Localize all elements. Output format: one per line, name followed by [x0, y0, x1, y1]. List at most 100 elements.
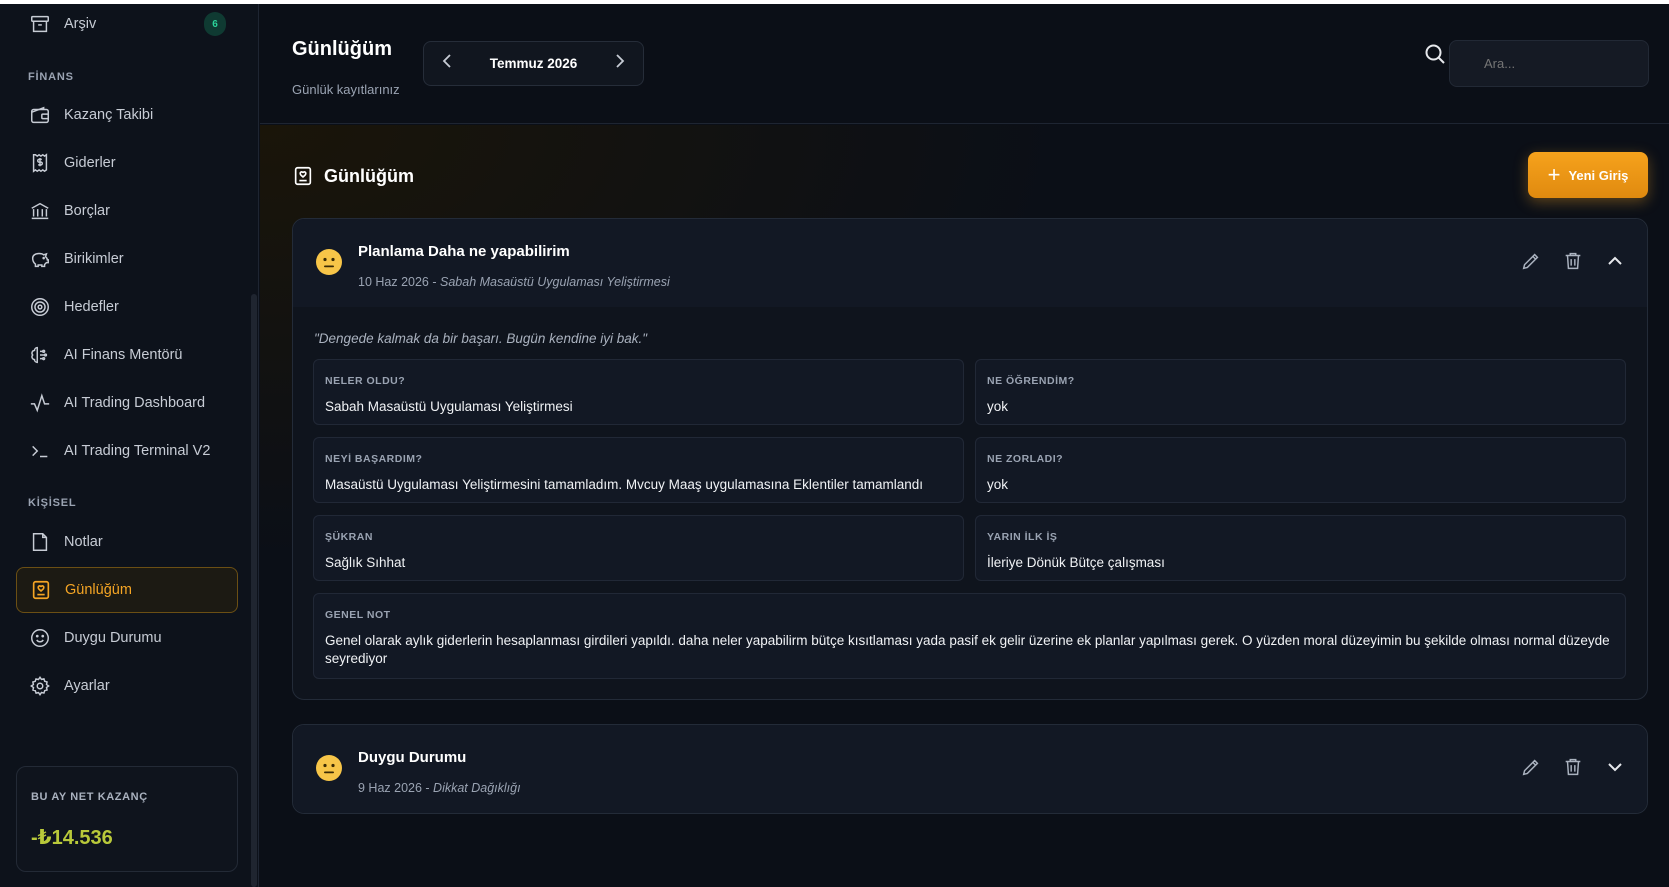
sidebar-item-kazanc-takibi[interactable]: Kazanç Takibi	[16, 92, 238, 138]
field-label: NE ÖĞRENDİM?	[987, 375, 1075, 387]
entry-header[interactable]: Duygu Durumu 9 Haz 2026 - Dikkat Dağıklı…	[293, 725, 1647, 813]
sidebar-item-label: Günlüğüm	[65, 582, 132, 598]
edit-icon[interactable]	[1519, 755, 1543, 779]
net-income-label: BU AY NET KAZANÇ	[31, 791, 148, 803]
entry-header[interactable]: Planlama Daha ne yapabilirim 10 Haz 2026…	[293, 219, 1647, 307]
field-label: NEYİ BAŞARDIM?	[325, 453, 423, 465]
field-neler-oldu: NELER OLDU? Sabah Masaüstü Uygulaması Ye…	[313, 359, 964, 425]
smile-icon	[28, 626, 52, 650]
entry-meta: 10 Haz 2026 - Sabah Masaüstü Uygulaması …	[358, 275, 670, 289]
neutral-face-icon	[315, 248, 343, 276]
current-month: Temmuz 2026	[489, 56, 578, 71]
sidebar-item-ayarlar[interactable]: Ayarlar	[16, 663, 238, 709]
search-icon	[1423, 42, 1451, 70]
bank-icon	[28, 199, 52, 223]
note-icon	[28, 530, 52, 554]
field-value: Masaüstü Uygulaması Yeliştirmesini tamam…	[325, 477, 923, 492]
field-label: YARIN İLK İŞ	[987, 531, 1058, 543]
plus-icon: +	[1547, 162, 1561, 187]
sidebar-item-label: Duygu Durumu	[64, 630, 162, 646]
entry-actions	[1519, 249, 1627, 273]
section-title-text: Günlüğüm	[324, 165, 414, 186]
new-entry-button[interactable]: + Yeni Giriş	[1528, 152, 1648, 198]
sidebar: Arşiv 6 FİNANS Kazanç Takibi Giderler Bo…	[0, 4, 259, 887]
entry-actions	[1519, 755, 1627, 779]
field-label: NELER OLDU?	[325, 375, 406, 387]
field-genel-not: GENEL NOT Genel olarak aylık giderlerin …	[313, 593, 1626, 679]
piggy-bank-icon	[28, 247, 52, 271]
sidebar-item-ai-trading-dashboard[interactable]: AI Trading Dashboard	[16, 380, 238, 426]
chevron-down-icon[interactable]	[1603, 755, 1627, 779]
wallet-icon	[28, 103, 52, 127]
sidebar-item-ai-trading-terminal[interactable]: AI Trading Terminal V2	[16, 428, 238, 474]
sidebar-item-label: Notlar	[64, 534, 103, 550]
target-icon	[28, 295, 52, 319]
journal-icon	[292, 165, 314, 187]
chevron-up-icon[interactable]	[1603, 249, 1627, 273]
journal-icon	[29, 578, 53, 602]
month-navigator: Temmuz 2026	[423, 41, 644, 86]
field-neyi-basardim: NEYİ BAŞARDIM? Masaüstü Uygulaması Yeliş…	[313, 437, 964, 503]
terminal-icon	[28, 439, 52, 463]
count-badge: 6	[204, 12, 226, 36]
entry-title: Duygu Durumu	[358, 749, 467, 766]
sidebar-item-arsiv[interactable]: Arşiv 6	[16, 4, 238, 44]
journal-entry: Duygu Durumu 9 Haz 2026 - Dikkat Dağıklı…	[292, 724, 1648, 814]
sidebar-item-label: AI Trading Terminal V2	[64, 443, 211, 459]
field-ne-zorladi: NE ZORLADI? yok	[975, 437, 1626, 503]
section-label-kisisel: KİŞİSEL	[28, 497, 77, 509]
neutral-face-icon	[315, 754, 343, 782]
entry-quote: "Dengede kalmak da bir başarı. Bugün ken…	[314, 331, 648, 346]
page-header: Günlüğüm Günlük kayıtlarınız Temmuz 2026	[260, 4, 1669, 124]
net-income-card: BU AY NET KAZANÇ -₺14.536	[16, 766, 238, 872]
gear-icon	[28, 674, 52, 698]
sidebar-item-borclar[interactable]: Borçlar	[16, 188, 238, 234]
entry-date: 9 Haz 2026	[358, 781, 422, 795]
chevron-right-icon[interactable]	[609, 53, 629, 74]
sidebar-item-label: Giderler	[64, 155, 116, 171]
sidebar-item-label: Birikimler	[64, 251, 124, 267]
sidebar-item-label: AI Finans Mentörü	[64, 347, 183, 363]
chevron-left-icon[interactable]	[438, 53, 458, 74]
sidebar-item-label: Arşiv	[64, 16, 97, 32]
main-content: Günlüğüm + Yeni Giriş Planlama Daha ne y…	[260, 125, 1669, 887]
edit-icon[interactable]	[1519, 249, 1543, 273]
entry-title: Planlama Daha ne yapabilirim	[358, 243, 570, 260]
entry-meta: 9 Haz 2026 - Dikkat Dağıklığı	[358, 781, 521, 795]
field-value: Genel olarak aylık giderlerin hesaplanma…	[325, 633, 1610, 666]
trash-icon[interactable]	[1561, 249, 1585, 273]
sidebar-item-label: Kazanç Takibi	[64, 107, 154, 123]
section-label-finans: FİNANS	[28, 71, 74, 83]
journal-entry: Planlama Daha ne yapabilirim 10 Haz 2026…	[292, 218, 1648, 700]
sidebar-item-birikimler[interactable]: Birikimler	[16, 236, 238, 282]
field-value: yok	[987, 399, 1009, 414]
section-title: Günlüğüm	[292, 165, 414, 187]
net-income-value: -₺14.536	[31, 827, 113, 849]
sidebar-scrollbar[interactable]	[251, 294, 257, 887]
trash-icon[interactable]	[1561, 755, 1585, 779]
brain-icon	[28, 343, 52, 367]
sidebar-item-giderler[interactable]: Giderler	[16, 140, 238, 186]
search-input[interactable]	[1449, 40, 1649, 87]
field-label: GENEL NOT	[325, 609, 391, 621]
sidebar-item-ai-finans-mentoru[interactable]: AI Finans Mentörü	[16, 332, 238, 378]
entry-tag: Dikkat Dağıklığı	[433, 781, 521, 795]
entry-date: 10 Haz 2026	[358, 275, 429, 289]
field-yarin-ilk-is: YARIN İLK İŞ İleriye Dönük Bütçe çalışma…	[975, 515, 1626, 581]
sidebar-item-hedefler[interactable]: Hedefler	[16, 284, 238, 330]
sidebar-item-notlar[interactable]: Notlar	[16, 519, 238, 565]
field-label: ŞÜKRAN	[325, 531, 373, 543]
new-entry-label: Yeni Giriş	[1568, 167, 1629, 183]
activity-icon	[28, 391, 52, 415]
sidebar-item-label: AI Trading Dashboard	[64, 395, 206, 411]
sidebar-item-duygu-durumu[interactable]: Duygu Durumu	[16, 615, 238, 661]
field-ne-ogrendim: NE ÖĞRENDİM? yok	[975, 359, 1626, 425]
field-value: Sabah Masaüstü Uygulaması Yeliştirmesi	[325, 399, 573, 414]
field-value: İleriye Dönük Bütçe çalışması	[987, 555, 1165, 570]
receipt-icon	[28, 151, 52, 175]
field-value: Sağlık Sıhhat	[325, 555, 406, 570]
archive-icon	[28, 12, 52, 36]
sidebar-item-label: Ayarlar	[64, 678, 110, 694]
sidebar-item-gunlugum[interactable]: Günlüğüm	[16, 567, 238, 613]
sidebar-item-label: Hedefler	[64, 299, 119, 315]
